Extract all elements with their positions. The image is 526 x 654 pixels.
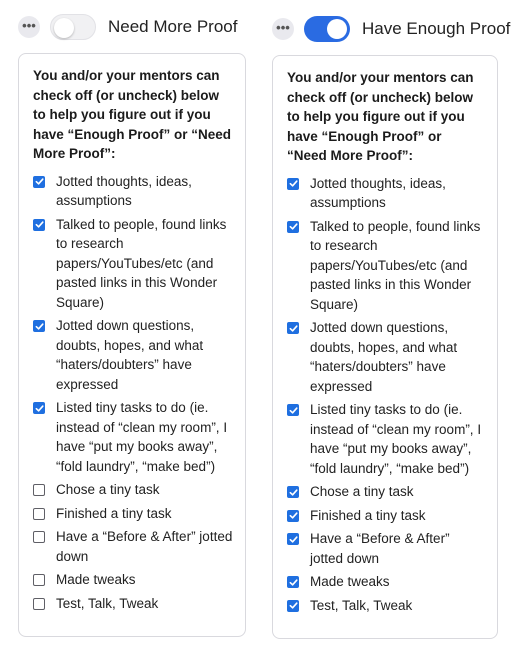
checkmark-icon — [35, 322, 44, 330]
checklist-item[interactable]: Jotted down questions, doubts, hopes, an… — [33, 316, 233, 394]
checkmark-icon — [289, 488, 298, 496]
checkmark-icon — [289, 578, 298, 586]
checklist-item[interactable]: Talked to people, found links to researc… — [287, 217, 485, 315]
checklist-item-label: Finished a tiny task — [310, 507, 426, 523]
checklist-item[interactable]: Have a “Before & After” jotted down — [287, 529, 485, 568]
checkmark-icon — [289, 535, 298, 543]
checklist-item-label: Test, Talk, Tweak — [310, 597, 413, 613]
checklist-item-label: Jotted thoughts, ideas, assumptions — [310, 175, 446, 211]
checklist-item[interactable]: Talked to people, found links to researc… — [33, 215, 233, 313]
checkbox-checked[interactable] — [33, 218, 45, 231]
toggle-knob — [327, 19, 347, 39]
checklist-item[interactable]: Made tweaks — [287, 572, 485, 592]
toggle-knob — [54, 18, 74, 38]
toggle-label: Have Enough Proof — [362, 19, 511, 38]
checklist-item[interactable]: Finished a tiny task — [33, 504, 233, 524]
checklist-item-label: Chose a tiny task — [56, 482, 160, 497]
checklist-item-label: Jotted thoughts, ideas, assumptions — [56, 173, 192, 209]
more-options-icon[interactable]: ••• — [272, 18, 294, 40]
checklist-item[interactable]: Jotted thoughts, ideas, assumptions — [287, 174, 485, 213]
need-more-proof-toggle[interactable] — [50, 14, 96, 40]
checkmark-icon — [289, 406, 298, 414]
checkbox-unchecked[interactable] — [33, 507, 45, 520]
checklist-item-label: Chose a tiny task — [310, 484, 414, 499]
checklist-intro: You and/or your mentors can check off (o… — [287, 70, 474, 163]
checkmark-icon — [35, 221, 44, 228]
checklist-item-label: Finished a tiny task — [56, 505, 172, 521]
panel-header: ••• Need More Proof — [18, 14, 237, 40]
checklist-item-label: Jotted down questions, doubts, hopes, an… — [56, 318, 204, 392]
checklist-item-label: Made tweaks — [310, 574, 390, 589]
checklist-card: You and/or your mentors can check off (o… — [18, 53, 246, 637]
checkbox-checked[interactable] — [287, 404, 299, 416]
checklist-item-label: Listed tiny tasks to do (ie. instead of … — [56, 400, 228, 474]
toggle-label: Need More Proof — [108, 17, 238, 36]
checkmark-icon — [289, 324, 298, 332]
checkbox-checked[interactable] — [287, 533, 299, 545]
checklist-item[interactable]: Finished a tiny task — [287, 506, 485, 526]
checklist-item[interactable]: Jotted thoughts, ideas, assumptions — [33, 172, 233, 211]
checkbox-checked[interactable] — [33, 175, 45, 188]
checkbox-checked[interactable] — [287, 576, 299, 588]
checkbox-checked[interactable] — [287, 486, 299, 498]
checklist-item-label: Test, Talk, Tweak — [56, 595, 159, 611]
checklist-card: You and/or your mentors can check off (o… — [272, 55, 498, 639]
panel-header: ••• Have Enough Proof — [272, 16, 510, 42]
checklist-item-label: Talked to people, found links to researc… — [310, 218, 481, 312]
checklist-item[interactable]: Jotted down questions, doubts, hopes, an… — [287, 318, 485, 396]
checkbox-checked[interactable] — [287, 220, 299, 233]
checklist: Jotted thoughts, ideas, assumptions Talke… — [287, 174, 485, 616]
checklist-item-label: Talked to people, found links to researc… — [56, 216, 227, 310]
checkbox-unchecked[interactable] — [33, 574, 45, 586]
checkbox-unchecked[interactable] — [33, 484, 45, 496]
more-options-icon[interactable]: ••• — [18, 16, 40, 38]
checkbox-unchecked[interactable] — [33, 531, 45, 543]
checklist-item[interactable]: Listed tiny tasks to do (ie. instead of … — [287, 400, 485, 478]
checkbox-checked[interactable] — [287, 599, 299, 612]
checkbox-checked[interactable] — [33, 320, 45, 332]
checkbox-checked[interactable] — [287, 322, 299, 334]
checklist-item[interactable]: Chose a tiny task — [287, 482, 485, 502]
checkbox-checked[interactable] — [287, 509, 299, 522]
checkmark-icon — [289, 223, 298, 230]
checklist-item-label: Have a “Before & After” jotted down — [310, 531, 450, 566]
checklist-item-label: Jotted down questions, doubts, hopes, an… — [310, 320, 458, 394]
checklist-item[interactable]: Made tweaks — [33, 570, 233, 590]
checklist-item-label: Made tweaks — [56, 572, 136, 587]
checkbox-checked[interactable] — [287, 177, 299, 190]
checklist: Jotted thoughts, ideas, assumptions Talke… — [33, 172, 233, 614]
checklist-intro: You and/or your mentors can check off (o… — [33, 68, 232, 161]
have-enough-proof-toggle[interactable] — [304, 16, 350, 42]
checklist-item[interactable]: Test, Talk, Tweak — [33, 594, 233, 614]
checkbox-unchecked[interactable] — [33, 597, 45, 610]
checklist-item[interactable]: Have a “Before & After” jotted down — [33, 527, 233, 566]
checkmark-icon — [35, 404, 44, 412]
checkmark-icon — [289, 180, 298, 187]
checklist-item[interactable]: Test, Talk, Tweak — [287, 596, 485, 616]
checklist-item-label: Listed tiny tasks to do (ie. instead of … — [310, 402, 482, 476]
checkmark-icon — [35, 178, 44, 185]
checkmark-icon — [289, 512, 298, 519]
checklist-item[interactable]: Chose a tiny task — [33, 480, 233, 500]
checklist-item-label: Have a “Before & After” jotted down — [56, 529, 233, 564]
checkmark-icon — [289, 602, 298, 609]
checkbox-checked[interactable] — [33, 402, 45, 414]
checklist-item[interactable]: Listed tiny tasks to do (ie. instead of … — [33, 398, 233, 476]
